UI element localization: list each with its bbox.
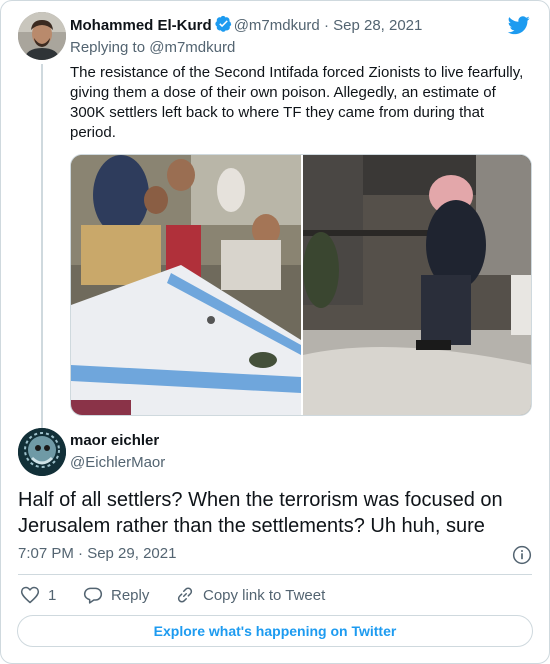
reply-bubble-icon [83,587,103,604]
reply-author-name[interactable]: maor eichler [70,432,159,449]
reply-timestamp[interactable]: 7:07 PM · Sep 29, 2021 [18,545,176,562]
media-photo-2[interactable] [303,155,532,416]
avatar[interactable] [18,12,66,60]
copy-link-button[interactable]: Copy link to Tweet [175,584,325,606]
verified-badge-icon [215,15,231,32]
parent-tweet-header: Mohammed El-Kurd @m7mdkurd · Sep 28, 2021 [70,15,422,34]
thread-connector [41,64,43,428]
media-photo-1[interactable] [71,155,301,416]
replying-to-label: Replying to [70,39,146,56]
replying-to: Replying to @m7mdkurd [70,39,235,56]
like-button[interactable]: 1 [20,584,56,606]
reply-button[interactable]: Reply [83,584,149,606]
avatar[interactable] [18,428,66,476]
header-separator: · [323,17,329,34]
tweet-media-grid[interactable] [70,154,532,416]
info-icon[interactable] [512,545,532,565]
author-name[interactable]: Mohammed El-Kurd [70,17,212,34]
twitter-bird-icon[interactable] [506,14,532,36]
divider [18,574,532,575]
like-count: 1 [48,586,57,604]
replying-to-mention[interactable]: @m7mdkurd [149,39,235,56]
reply-tweet-text: Half of all settlers? When the terrorism… [18,489,503,537]
tweet-date[interactable]: Sep 28, 2021 [333,17,422,34]
author-handle[interactable]: @m7mdkurd [234,17,320,34]
copy-link-label: Copy link to Tweet [203,586,326,604]
reply-label: Reply [111,586,150,604]
tweet-actions: 1 Reply Copy link to Tweet [18,584,532,608]
reply-author-handle[interactable]: @EichlerMaor [70,454,165,471]
link-icon [177,587,193,603]
explore-button[interactable]: Explore what's happening on Twitter [17,615,533,647]
tweet-text: The resistance of the Second Intifada fo… [70,64,524,141]
heart-icon [20,586,40,604]
